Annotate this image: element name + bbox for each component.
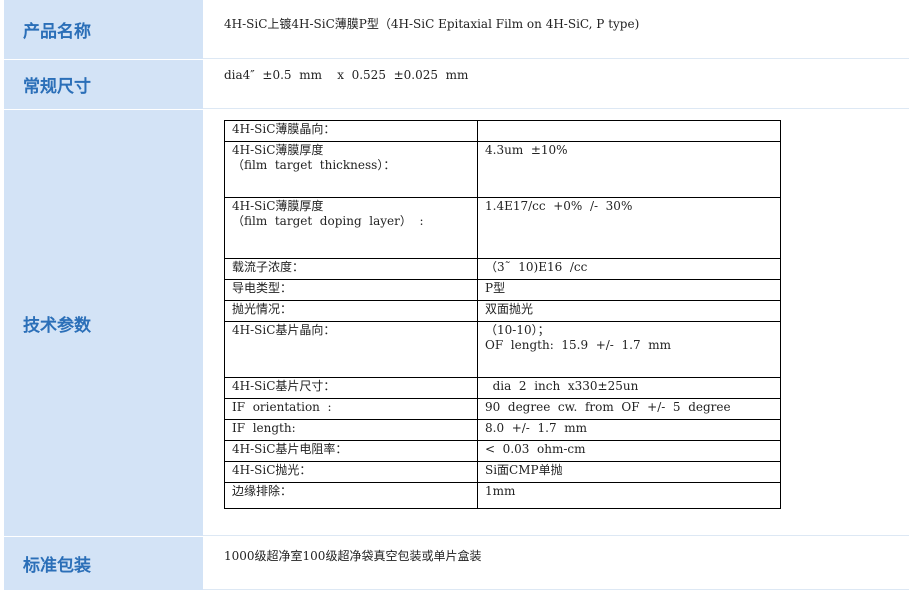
table-row: 4H-SiC抛光： Si面CMP单抛 [224, 461, 781, 483]
param-value: 双面抛光 [477, 300, 781, 322]
label-standard-size: 常规尺寸 [4, 60, 203, 109]
table-row: 载流子浓度： （3˜ 10)E16 /cc [224, 258, 781, 280]
table-row: 4H-SiC基片电阻率： < 0.03 ohm-cm [224, 440, 781, 462]
standard-size-text: dia4″ ±0.5 mm x 0.525 ±0.025 mm [224, 68, 469, 82]
row-product-name: 产品名称 4H-SiC上镀4H-SiC薄膜P型（4H-SiC Epitaxial… [0, 0, 909, 59]
label-product-name: 产品名称 [4, 0, 203, 59]
param-value [477, 120, 781, 142]
value-product-name-cell: 4H-SiC上镀4H-SiC薄膜P型（4H-SiC Epitaxial Film… [203, 0, 909, 59]
row-packaging: 标准包装 1000级超净室100级超净袋真空包装或单片盒装 [0, 537, 909, 590]
technical-parameters-table: 4H-SiC薄膜晶向： 4H-SiC薄膜厚度 （film target thic… [224, 120, 781, 509]
param-value: 1mm [477, 482, 781, 509]
param-value: （3˜ 10)E16 /cc [477, 258, 781, 280]
table-row: 4H-SiC基片尺寸： dia 2 inch x330±25un [224, 377, 781, 399]
table-row: 4H-SiC薄膜晶向： [224, 120, 781, 142]
param-name: 4H-SiC薄膜厚度 （film target thickness）： [224, 141, 478, 198]
table-row: 导电类型： P型 [224, 279, 781, 301]
param-name: 4H-SiC基片尺寸： [224, 377, 478, 399]
table-row: 4H-SiC基片晶向： （10-10）； OF length: 15.9 +/-… [224, 321, 781, 378]
param-name: IF length: [224, 419, 478, 441]
param-value: < 0.03 ohm-cm [477, 440, 781, 462]
param-name: 载流子浓度： [224, 258, 478, 280]
param-name: IF orientation : [224, 398, 478, 420]
param-value: （10-10）； OF length: 15.9 +/- 1.7 mm [477, 321, 781, 378]
value-packaging-cell: 1000级超净室100级超净袋真空包装或单片盒装 [203, 537, 909, 590]
table-row: 边缘排除： 1mm [224, 482, 781, 509]
param-name: 4H-SiC薄膜晶向： [224, 120, 478, 142]
packaging-text: 1000级超净室100级超净袋真空包装或单片盒装 [224, 549, 482, 563]
param-name: 4H-SiC抛光： [224, 461, 478, 483]
param-name: 导电类型： [224, 279, 478, 301]
table-row: 抛光情况： 双面抛光 [224, 300, 781, 322]
label-packaging: 标准包装 [4, 537, 203, 590]
table-row: 4H-SiC薄膜厚度 （film target doping layer） : … [224, 197, 781, 259]
label-technical-parameters: 技术参数 [4, 110, 203, 536]
param-value: P型 [477, 279, 781, 301]
param-value: 1.4E17/cc +0% /- 30% [477, 197, 781, 259]
param-name: 4H-SiC基片电阻率： [224, 440, 478, 462]
param-value: 4.3um ±10% [477, 141, 781, 198]
param-value: 90 degree cw. from OF +/- 5 degree [477, 398, 781, 420]
param-name: 4H-SiC薄膜厚度 （film target doping layer） : [224, 197, 478, 259]
table-row: 4H-SiC薄膜厚度 （film target thickness）： 4.3u… [224, 141, 781, 198]
param-value: Si面CMP单抛 [477, 461, 781, 483]
table-row: IF orientation : 90 degree cw. from OF +… [224, 398, 781, 420]
param-value: 8.0 +/- 1.7 mm [477, 419, 781, 441]
param-value: dia 2 inch x330±25un [477, 377, 781, 399]
table-row: IF length: 8.0 +/- 1.7 mm [224, 419, 781, 441]
value-standard-size-cell: dia4″ ±0.5 mm x 0.525 ±0.025 mm [203, 60, 909, 109]
param-name: 抛光情况： [224, 300, 478, 322]
product-name-text: 4H-SiC上镀4H-SiC薄膜P型（4H-SiC Epitaxial Film… [224, 17, 640, 31]
param-name: 边缘排除： [224, 482, 478, 509]
row-standard-size: 常规尺寸 dia4″ ±0.5 mm x 0.525 ±0.025 mm [0, 60, 909, 109]
param-name: 4H-SiC基片晶向： [224, 321, 478, 378]
